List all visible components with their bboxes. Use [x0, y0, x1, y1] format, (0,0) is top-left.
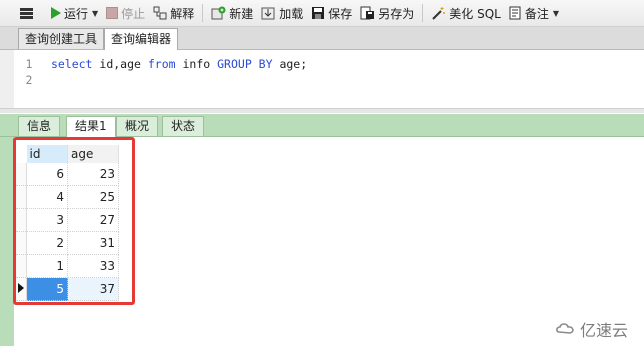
load-icon: [261, 7, 275, 20]
save-as-button[interactable]: 另存为: [356, 2, 418, 24]
chevron-down-icon[interactable]: ▼: [92, 9, 98, 18]
splitter[interactable]: [0, 108, 644, 113]
notes-button[interactable]: 备注 ▼: [505, 2, 563, 24]
code-line: 2: [14, 72, 44, 88]
watermark: 亿速云: [556, 317, 628, 341]
menu-icon[interactable]: [20, 7, 33, 19]
run-label: 运行: [64, 6, 89, 21]
beautify-sql-button[interactable]: 美化 SQL: [427, 2, 505, 24]
sql-keyword: select: [50, 57, 93, 71]
floppy-disk-icon: [312, 7, 325, 19]
watermark-text: 亿速云: [579, 321, 628, 340]
new-button[interactable]: 新建: [207, 2, 257, 24]
editor-tab-strip: 查询创建工具 查询编辑器: [0, 27, 644, 50]
explain-icon: [153, 6, 167, 20]
code-line: 1 select id,age from info GROUP BY age;: [14, 56, 308, 72]
explain-label: 解释: [170, 6, 195, 21]
tab-status[interactable]: 状态: [162, 116, 205, 136]
notes-icon: [509, 6, 521, 20]
run-button[interactable]: 运行 ▼: [47, 2, 102, 24]
tab-info[interactable]: 信息: [18, 116, 61, 136]
chevron-down-icon[interactable]: ▼: [553, 9, 559, 18]
save-as-icon: [360, 6, 375, 20]
highlight-box: [13, 137, 135, 305]
load-label: 加载: [279, 6, 304, 21]
line-number: 2: [25, 73, 33, 87]
save-button[interactable]: 保存: [307, 2, 356, 24]
line-number: 1: [25, 57, 33, 71]
editor-gutter: [0, 50, 14, 112]
save-as-label: 另存为: [378, 6, 415, 21]
sql-editor[interactable]: 1 select id,age from info GROUP BY age; …: [0, 50, 644, 112]
tab-query-editor[interactable]: 查询编辑器: [104, 28, 179, 50]
toolbar-divider: [202, 4, 204, 22]
sql-keyword: from: [147, 57, 176, 71]
new-label: 新建: [229, 6, 254, 21]
explain-button[interactable]: 解释: [149, 2, 198, 24]
tab-profile[interactable]: 概况: [116, 116, 159, 136]
magic-wand-icon: [432, 7, 446, 20]
result-side-strip: [0, 137, 14, 346]
stop-label: 停止: [121, 6, 146, 21]
sql-keyword: GROUP BY: [217, 57, 273, 71]
notes-label: 备注: [524, 6, 549, 21]
stop-icon: [106, 7, 119, 19]
toolbar-divider: [422, 4, 424, 22]
beautify-sql-label: 美化 SQL: [449, 6, 501, 21]
tab-result1[interactable]: 结果1: [66, 116, 116, 137]
new-query-icon: [211, 6, 226, 20]
main-toolbar: 运行 ▼ 停止 解释 新建 加载 保存 另存为 美化 SQL 备注 ▼: [0, 0, 644, 27]
sql-text: age;: [272, 57, 308, 71]
sql-text: info: [175, 57, 218, 71]
result-tab-strip: 信息 结果1 概况 状态: [0, 114, 644, 137]
cloud-logo-icon: [556, 323, 574, 334]
stop-button[interactable]: 停止: [102, 2, 149, 24]
play-icon: [51, 7, 61, 19]
save-label: 保存: [328, 6, 353, 21]
load-button[interactable]: 加载: [257, 2, 307, 24]
tab-query-builder[interactable]: 查询创建工具: [18, 28, 105, 49]
sql-text: id,age: [92, 57, 148, 71]
